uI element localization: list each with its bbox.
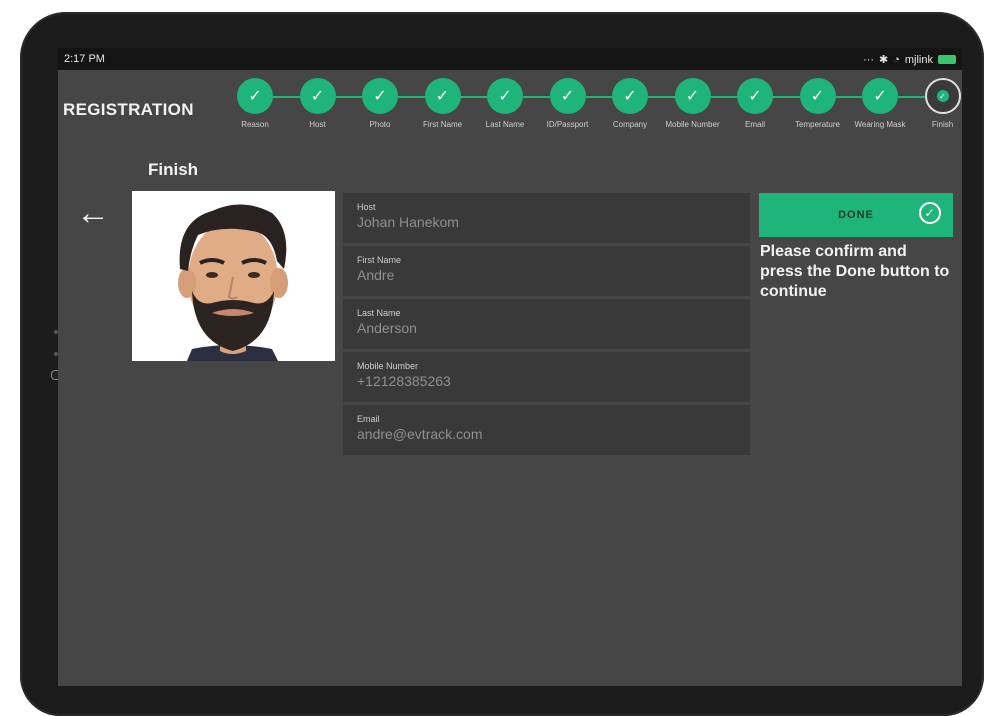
check-icon: ✓	[799, 78, 836, 114]
confirm-instructions: Please confirm and press the Done button…	[760, 243, 950, 300]
done-button[interactable]: DONE ✓	[759, 193, 953, 237]
check-icon: ✓	[299, 78, 336, 114]
wifi-icon: ◔	[893, 53, 900, 66]
check-circle-icon: ✓	[919, 202, 941, 224]
status-indicators: ··· ✱ ◔ mjlink	[863, 53, 956, 66]
step-label: Finish	[931, 120, 954, 129]
status-time: 2:17 PM	[64, 53, 105, 65]
battery-icon	[938, 55, 956, 64]
field-value: andre@evtrack.com	[357, 426, 483, 442]
check-icon: ✓	[424, 78, 461, 114]
status-bar: 2:17 PM ··· ✱ ◔ mjlink	[58, 48, 962, 70]
bluetooth-icon: ✱	[879, 54, 889, 66]
network-name: mjlink	[904, 53, 933, 66]
page-title: REGISTRATION	[63, 100, 194, 119]
current-dot-icon: ✓	[936, 90, 949, 102]
signal-icon: ···	[863, 53, 874, 66]
check-icon: ✓	[549, 78, 586, 114]
field-last-name[interactable]: Last Name Anderson	[343, 299, 750, 349]
field-label: First Name	[357, 255, 402, 265]
visitor-photo	[132, 191, 335, 361]
arrow-left-icon: ←	[76, 194, 110, 232]
field-email[interactable]: Email andre@evtrack.com	[343, 405, 750, 455]
field-label: Mobile Number	[357, 361, 419, 371]
check-icon: ✓	[737, 78, 773, 114]
check-icon: ✓	[862, 78, 898, 114]
check-icon: ✓	[674, 78, 711, 114]
done-button-label: DONE	[838, 209, 874, 221]
field-host[interactable]: Host Johan Hanekom	[343, 193, 750, 243]
field-value: Andre	[357, 267, 395, 283]
step-finish: ✓ Finish	[906, 78, 963, 130]
field-value: Johan Hanekom	[357, 214, 459, 230]
back-button[interactable]: ←	[76, 196, 110, 230]
check-icon: ✓	[362, 78, 398, 114]
section-heading: Finish	[148, 160, 199, 179]
app-screen: 2:17 PM ··· ✱ ◔ mjlink REGISTRATION ✓ Rea…	[58, 48, 962, 686]
field-label: Host	[357, 202, 376, 212]
field-label: Last Name	[357, 308, 401, 318]
check-icon: ✓	[237, 78, 273, 114]
field-value: Anderson	[357, 320, 417, 336]
field-label: Email	[357, 414, 380, 424]
step-current-icon: ✓	[924, 78, 961, 114]
field-first-name[interactable]: First Name Andre	[343, 246, 750, 296]
field-mobile-number[interactable]: Mobile Number +12128385263	[343, 352, 750, 402]
visitor-details: Host Johan Hanekom First Name Andre Last Nam…	[343, 193, 750, 458]
progress-stepper: ✓ Reason ✓ Host ✓ Photo ✓ First Name ✓ Last Name ✓…	[218, 78, 961, 178]
field-value: +12128385263	[357, 373, 451, 389]
check-icon: ✓	[612, 78, 648, 114]
check-icon: ✓	[487, 78, 523, 114]
